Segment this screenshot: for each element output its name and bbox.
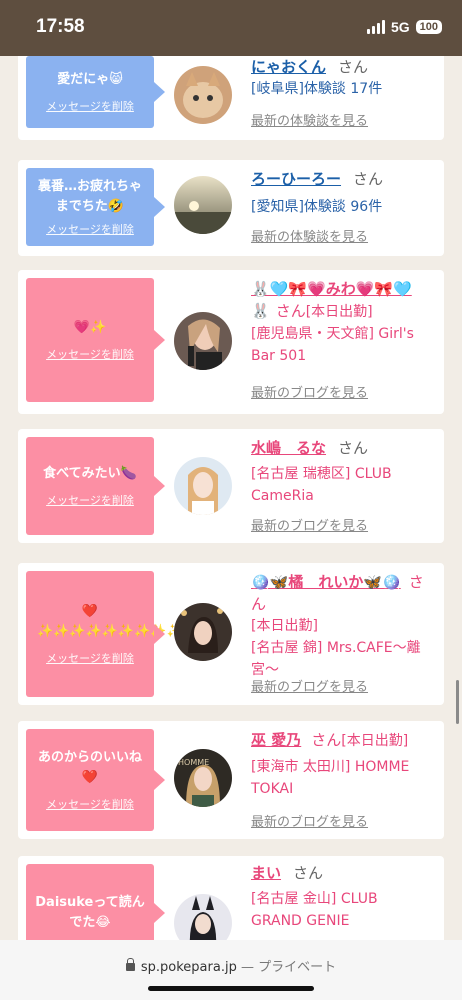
delete-message-link[interactable]: メッセージを削除 <box>46 346 134 362</box>
message-text: 愛だにゃ😸 <box>57 72 123 87</box>
profile-detail: GRAND GENIE <box>251 913 350 929</box>
message-card: 💗✨ メッセージを削除 🐰🩵🎀💗みわ💗🎀🩵 🐰 さん[本日出勤] [鹿児島県・天文… <box>18 270 444 414</box>
message-text: ❤️✨✨✨✨✨✨✨✨✨✨ <box>37 604 199 639</box>
honorific: さん <box>275 302 306 320</box>
avatar[interactable] <box>174 603 232 661</box>
profile-detail: [名古屋 瑞穂区] CLUB <box>251 466 392 482</box>
message-feed[interactable]: 愛だにゃ😸 メッセージを削除 にゃおくん さん [岐阜県]体験談 17件 最新の体… <box>0 56 462 940</box>
private-mode-label: プライベート <box>258 960 337 975</box>
profile-detail: TOKAI <box>251 781 294 797</box>
honorific: さん <box>293 864 324 882</box>
message-bubble: 裏番…お疲れちゃまでちた🤣 メッセージを削除 <box>26 168 165 246</box>
message-text: あのからのいいね❤️ <box>37 750 142 785</box>
message-text: 裏番…お疲れちゃまでちた🤣 <box>37 179 142 214</box>
profile-detail: [東海市 太田川] HOMME <box>251 759 410 775</box>
latest-link[interactable]: 最新のブログを見る <box>251 811 368 830</box>
work-badge: [本日出勤] <box>251 618 318 634</box>
message-bubble: ❤️✨✨✨✨✨✨✨✨✨✨ メッセージを削除 <box>26 571 199 697</box>
honorific: さん <box>353 170 384 188</box>
delete-message-link[interactable]: メッセージを削除 <box>46 492 134 508</box>
delete-message-link[interactable]: メッセージを削除 <box>46 796 134 812</box>
avatar[interactable]: HOMME <box>174 749 232 807</box>
profile-name[interactable]: まい <box>251 864 281 882</box>
honorific: さん <box>338 58 369 76</box>
profile-name[interactable]: ろーひーろー <box>251 170 341 188</box>
message-bubble: Daisukeって読んでた😂 <box>26 864 165 940</box>
avatar[interactable] <box>174 176 232 234</box>
profile-name[interactable]: 🪩🦋橘 れいか🦋🪩 <box>251 573 401 591</box>
latest-link[interactable]: 最新の体験談を見る <box>251 110 368 129</box>
message-text: 食べてみたい🍆 <box>43 466 137 481</box>
latest-link[interactable]: 最新のブログを見る <box>251 676 368 695</box>
profile-detail: CameRia <box>251 488 314 504</box>
message-text: Daisukeって読んでた😂 <box>35 895 145 930</box>
url-text: sp.pokepara.jp <box>140 960 237 975</box>
profile-name[interactable]: 巫 愛乃 <box>251 731 301 749</box>
profile-detail: [愛知県]体験談 96件 <box>251 199 383 215</box>
profile-detail: [鹿児島県・天文館] Girl's <box>251 326 414 342</box>
status-bar: 17:58 5G 100 <box>0 0 462 56</box>
message-card: 食べてみたい🍆 メッセージを削除 水嶋 るな さん [名古屋 瑞穂区] CLUB … <box>18 429 444 543</box>
profile-name[interactable]: 水嶋 るな <box>251 439 326 457</box>
delete-message-link[interactable]: メッセージを削除 <box>46 98 134 114</box>
battery-icon: 100 <box>415 20 442 34</box>
profile-detail: [名古屋 金山] CLUB <box>251 891 378 907</box>
profile-info: 巫 愛乃 さん[本日出勤] [東海市 太田川] HOMME TOKAI <box>251 729 437 800</box>
browser-bar: sp.pokepara.jp — プライベート <box>0 940 462 1000</box>
scrollbar[interactable] <box>456 680 459 724</box>
message-bubble: 食べてみたい🍆 メッセージを削除 <box>26 437 165 535</box>
message-card: あのからのいいね❤️ メッセージを削除 HOMME 巫 愛乃 さん[本日出勤] [… <box>18 721 444 839</box>
url-separator: — <box>240 960 254 975</box>
avatar[interactable] <box>174 894 232 940</box>
latest-link[interactable]: 最新のブログを見る <box>251 515 368 534</box>
network-label: 5G <box>390 19 410 35</box>
home-indicator[interactable] <box>148 986 314 991</box>
profile-info: 🪩🦋橘 れいか🦋🪩 さん [本日出勤] [名古屋 錦] Mrs.CAFE〜離 宮〜 <box>251 571 437 681</box>
lock-icon <box>125 958 135 971</box>
work-badge: [本日出勤] <box>305 304 373 320</box>
profile-name[interactable]: 🐰🩵🎀💗みわ💗🎀🩵 <box>251 280 412 298</box>
message-card: 裏番…お疲れちゃまでちた🤣 メッセージを削除 ろーひーろー さん [愛知県]体験談… <box>18 160 444 256</box>
status-icons: 5G 100 <box>366 19 442 35</box>
message-bubble: 💗✨ メッセージを削除 <box>26 278 165 402</box>
message-text: 💗✨ <box>73 320 107 335</box>
message-bubble: あのからのいいね❤️ メッセージを削除 <box>26 729 165 831</box>
avatar[interactable] <box>174 457 232 515</box>
message-card: 愛だにゃ😸 メッセージを削除 にゃおくん さん [岐阜県]体験談 17件 最新の体… <box>18 56 444 140</box>
profile-detail: Bar 501 <box>251 348 307 364</box>
work-badge: [本日出勤] <box>341 733 409 749</box>
honorific: さん <box>311 731 342 749</box>
name-emoji: 🐰 <box>251 302 270 320</box>
profile-info: 🐰🩵🎀💗みわ💗🎀🩵 🐰 さん[本日出勤] [鹿児島県・天文館] Girl's Ba… <box>251 278 437 367</box>
profile-name[interactable]: にゃおくん <box>251 58 326 76</box>
latest-link[interactable]: 最新の体験談を見る <box>251 226 368 245</box>
url-bar[interactable]: sp.pokepara.jp — プライベート <box>0 956 462 975</box>
profile-info: にゃおくん さん [岐阜県]体験談 17件 <box>251 56 437 100</box>
profile-info: 水嶋 るな さん [名古屋 瑞穂区] CLUB CameRia <box>251 437 437 507</box>
honorific: さん <box>338 439 369 457</box>
delete-message-link[interactable]: メッセージを削除 <box>46 221 134 237</box>
latest-link[interactable]: 最新のブログを見る <box>251 382 368 401</box>
status-time: 17:58 <box>36 16 85 37</box>
delete-message-link[interactable]: メッセージを削除 <box>46 650 134 666</box>
profile-detail: [岐阜県]体験談 17件 <box>251 81 383 97</box>
profile-info: ろーひーろー さん [愛知県]体験談 96件 <box>251 168 437 218</box>
avatar[interactable] <box>174 66 232 124</box>
profile-detail: [名古屋 錦] Mrs.CAFE〜離 <box>251 640 421 656</box>
message-card: Daisukeって読んでた😂 まい さん [名古屋 金山] CLUB GRAND … <box>18 856 444 940</box>
message-card: ❤️✨✨✨✨✨✨✨✨✨✨ メッセージを削除 🪩🦋橘 れいか🦋🪩 さん [本日出勤]… <box>18 563 444 705</box>
avatar[interactable] <box>174 312 232 370</box>
profile-info: まい さん [名古屋 金山] CLUB GRAND GENIE <box>251 862 437 932</box>
signal-icon <box>366 20 385 34</box>
message-bubble: 愛だにゃ😸 メッセージを削除 <box>26 56 165 128</box>
